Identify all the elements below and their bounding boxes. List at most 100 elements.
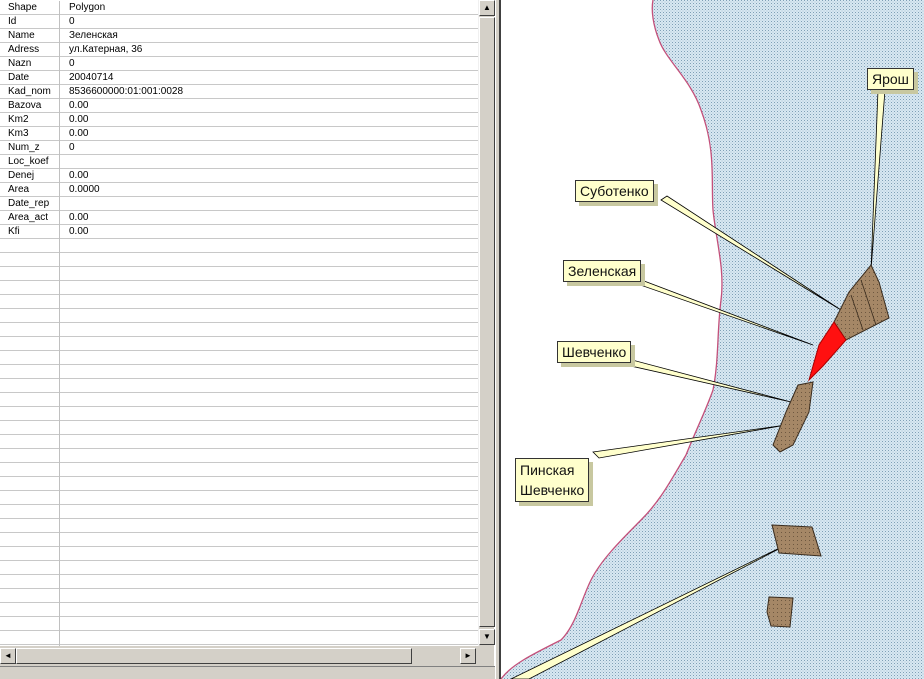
- attribute-row[interactable]: Denej 0.00: [0, 169, 478, 183]
- attribute-value[interactable]: 0.00: [69, 169, 88, 182]
- map-canvas[interactable]: [501, 0, 924, 679]
- attribute-field-name: Loc_koef: [8, 156, 49, 167]
- arrow-down-icon: ▼: [483, 632, 491, 641]
- arrow-right-icon: ►: [464, 651, 472, 660]
- horizontal-scrollbar[interactable]: ◄ ►: [0, 646, 478, 666]
- sea-area: [501, 0, 924, 679]
- empty-row: [0, 463, 478, 477]
- empty-row: [0, 449, 478, 463]
- attribute-value[interactable]: 0.00: [69, 113, 88, 126]
- scrollbar-corner: [478, 646, 494, 666]
- empty-row: [0, 533, 478, 547]
- panel-bottom-edge: [0, 666, 495, 679]
- empty-row: [0, 351, 478, 365]
- empty-row: [0, 421, 478, 435]
- attribute-field-name: Shape: [8, 2, 37, 13]
- empty-row: [0, 519, 478, 533]
- empty-row: [0, 393, 478, 407]
- attribute-field-name: Id: [8, 16, 17, 27]
- empty-row: [0, 561, 478, 575]
- attribute-field-name: Area: [8, 184, 30, 195]
- attribute-field-name: Denej: [8, 170, 35, 181]
- attribute-field-name: Km3: [8, 128, 29, 139]
- empty-row: [0, 365, 478, 379]
- callout-pinskaya-shevchenko[interactable]: Пинская Шевченко: [515, 458, 590, 502]
- attribute-value[interactable]: 0.00: [69, 99, 88, 112]
- attribute-field-name: Nazn: [8, 58, 32, 69]
- attribute-panel: Shape Polygon Id 0 Name Зеленская Adress ул.Кат…: [0, 0, 495, 679]
- attribute-row[interactable]: Loc_koef: [0, 155, 478, 169]
- attribute-value[interactable]: Зеленская: [69, 29, 118, 42]
- attribute-value[interactable]: 0: [69, 57, 75, 70]
- callout-zelenskaya[interactable]: Зеленская: [563, 260, 642, 282]
- empty-row: [0, 295, 478, 309]
- horizontal-scroll-thumb[interactable]: [16, 648, 412, 664]
- attribute-row[interactable]: Num_z 0: [0, 141, 478, 155]
- attribute-field-name: Km2: [8, 114, 29, 125]
- attribute-row[interactable]: Bazova 0.00: [0, 99, 478, 113]
- arrow-up-icon: ▲: [483, 3, 491, 12]
- callout-subotenko[interactable]: Суботенко: [575, 180, 654, 202]
- attribute-field-name: Kad_nom: [8, 86, 51, 97]
- attribute-field-name: Date: [8, 72, 30, 83]
- attribute-value[interactable]: 8536600000:01:001:0028: [69, 85, 183, 98]
- empty-row: [0, 505, 478, 519]
- empty-row: [0, 435, 478, 449]
- attribute-row[interactable]: Nazn 0: [0, 57, 478, 71]
- scroll-right-button[interactable]: ►: [460, 648, 476, 664]
- empty-row: [0, 239, 478, 253]
- attribute-row[interactable]: Km2 0.00: [0, 113, 478, 127]
- empty-row: [0, 281, 478, 295]
- attribute-row[interactable]: Area 0.0000: [0, 183, 478, 197]
- empty-row: [0, 477, 478, 491]
- callout-shevchenko[interactable]: Шевченко: [557, 341, 632, 363]
- empty-row: [0, 589, 478, 603]
- attribute-table: Shape Polygon Id 0 Name Зеленская Adress ул.Кат…: [0, 1, 478, 646]
- attribute-row[interactable]: Date_rep: [0, 197, 478, 211]
- attribute-row[interactable]: Kad_nom 8536600000:01:001:0028: [0, 85, 478, 99]
- attribute-field-name: Date_rep: [8, 198, 50, 209]
- attribute-row[interactable]: Name Зеленская: [0, 29, 478, 43]
- attribute-field-name: Num_z: [8, 142, 40, 153]
- attribute-value[interactable]: 0.00: [69, 211, 88, 224]
- arrow-left-icon: ◄: [4, 651, 12, 660]
- attribute-value[interactable]: ул.Катерная, 36: [69, 43, 142, 56]
- scroll-up-button[interactable]: ▲: [479, 0, 495, 16]
- scroll-down-button[interactable]: ▼: [479, 629, 495, 645]
- attribute-value[interactable]: Polygon: [69, 1, 105, 14]
- attribute-row[interactable]: Area_act 0.00: [0, 211, 478, 225]
- empty-row: [0, 407, 478, 421]
- attribute-value[interactable]: 0.00: [69, 127, 88, 140]
- parcel-south-2[interactable]: [766, 596, 794, 628]
- attribute-field-name: Kfi: [8, 226, 20, 237]
- attribute-value[interactable]: 20040714: [69, 71, 114, 84]
- attribute-row[interactable]: Date 20040714: [0, 71, 478, 85]
- attribute-value[interactable]: 0: [69, 15, 75, 28]
- empty-row: [0, 253, 478, 267]
- map-view[interactable]: Ярош Суботенко Зеленская Шевченко Пинска…: [501, 0, 924, 679]
- attribute-row[interactable]: Kfi 0.00: [0, 225, 478, 239]
- empty-row: [0, 547, 478, 561]
- attribute-field-name: Bazova: [8, 100, 42, 111]
- scroll-left-button[interactable]: ◄: [0, 648, 16, 664]
- attribute-value[interactable]: 0.00: [69, 225, 88, 238]
- attribute-row[interactable]: Km3 0.00: [0, 127, 478, 141]
- attribute-row[interactable]: Shape Polygon: [0, 1, 478, 15]
- attribute-row[interactable]: Adress ул.Катерная, 36: [0, 43, 478, 57]
- callout-line-1: Пинская: [520, 462, 575, 478]
- attribute-field-name: Adress: [8, 44, 40, 55]
- empty-row: [0, 379, 478, 393]
- vertical-scrollbar[interactable]: ▲ ▼: [478, 0, 495, 646]
- empty-row: [0, 309, 478, 323]
- attribute-value[interactable]: 0: [69, 141, 75, 154]
- attribute-field-name: Name: [8, 30, 35, 41]
- empty-row: [0, 631, 478, 645]
- vertical-scroll-thumb[interactable]: [479, 17, 495, 627]
- empty-row: [0, 491, 478, 505]
- attribute-value[interactable]: 0.0000: [69, 183, 100, 196]
- attribute-row[interactable]: Id 0: [0, 15, 478, 29]
- empty-row: [0, 337, 478, 351]
- empty-row: [0, 267, 478, 281]
- empty-row: [0, 323, 478, 337]
- callout-yarosh[interactable]: Ярош: [867, 68, 914, 90]
